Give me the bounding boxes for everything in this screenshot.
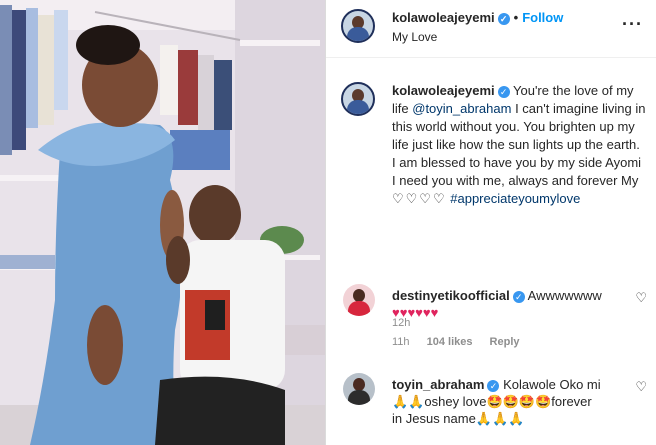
caption-hearts: ♡♡♡♡ <box>392 191 447 206</box>
post-photo <box>0 0 325 445</box>
verified-badge-icon: ✓ <box>487 380 500 392</box>
like-comment-heart-icon[interactable]: ♡ <box>635 290 647 306</box>
author-line: kolawoleajeyemi ✓ • Follow <box>392 10 563 25</box>
follow-button[interactable]: Follow <box>522 10 563 25</box>
caption-username[interactable]: kolawoleajeyemi <box>392 83 495 98</box>
post-header: kolawoleajeyemi ✓ • Follow My Love ··· <box>326 0 656 58</box>
comment-time[interactable]: 11h <box>392 336 410 348</box>
verified-badge-icon: ✓ <box>497 13 510 25</box>
separator-dot: • <box>513 10 519 25</box>
caption-author-avatar[interactable] <box>341 82 375 116</box>
post-location[interactable]: My Love <box>392 30 437 44</box>
comment-body-line2: 🙏🙏oshey love🤩🤩🤩🤩forever <box>392 394 592 409</box>
comment-body: Awwwwwww <box>527 288 602 303</box>
more-options-icon[interactable]: ··· <box>622 14 643 35</box>
post-image <box>0 0 325 445</box>
comment-username[interactable]: toyin_abraham <box>392 377 484 392</box>
caption-text: kolawoleajeyemi ✓ You're the love of my l… <box>392 82 646 208</box>
caption-hashtag[interactable]: #appreciateyoumylove <box>450 191 580 206</box>
like-comment-heart-icon[interactable]: ♡ <box>635 379 647 395</box>
commenter-avatar[interactable] <box>343 284 375 316</box>
comment-body-line1: Kolawole Oko mi <box>503 377 601 392</box>
reply-button[interactable]: Reply <box>490 336 520 348</box>
comment-username[interactable]: destinyetikoofficial <box>392 288 510 303</box>
comment-likes[interactable]: 104 likes <box>427 336 473 348</box>
comment-emoji-line: ♥♥♥♥♥♥ <box>392 305 439 320</box>
post-details-panel: kolawoleajeyemi ✓ • Follow My Love ··· kola… <box>325 0 656 445</box>
verified-badge-icon: ✓ <box>512 291 525 303</box>
commenter-avatar[interactable] <box>343 373 375 405</box>
comment-text: toyin_abraham ✓ Kolawole Oko mi 🙏🙏oshey l… <box>392 376 628 427</box>
caption-mention[interactable]: @toyin_abraham <box>412 101 511 116</box>
verified-badge-icon: ✓ <box>497 86 510 98</box>
comment-text: destinyetikoofficial ✓ Awwwwwww ♥♥♥♥♥♥ <box>392 287 628 321</box>
author-username[interactable]: kolawoleajeyemi <box>392 10 495 25</box>
author-avatar[interactable] <box>341 9 375 43</box>
comment-body-line3: in Jesus name🙏🙏🙏 <box>392 411 525 426</box>
comment-meta: 11h 104 likes Reply <box>392 336 534 348</box>
